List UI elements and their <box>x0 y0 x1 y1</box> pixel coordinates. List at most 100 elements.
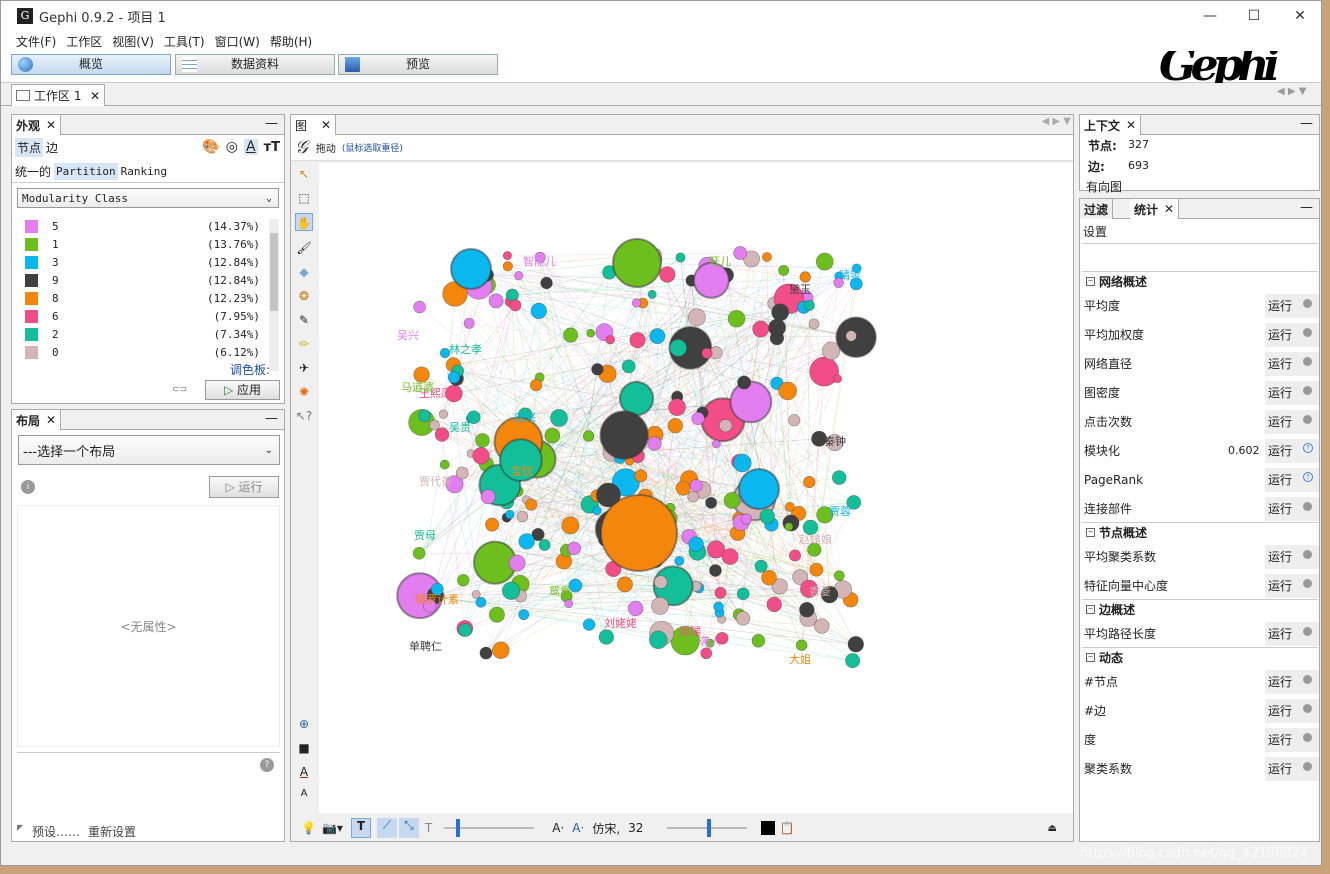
legend-row[interactable]: 0 (6.12%) <box>20 343 260 361</box>
rect-select-icon[interactable]: ⬚ <box>295 189 313 207</box>
legend-row[interactable]: 3 (12.84%) <box>20 253 260 271</box>
scale-slider-thumb[interactable] <box>707 819 712 837</box>
close-icon[interactable]: ✕ <box>1164 202 1174 216</box>
text-size-icon[interactable]: T <box>425 821 432 835</box>
legend-row[interactable]: 6 (7.95%) <box>20 307 260 325</box>
color-swatch[interactable] <box>25 237 38 251</box>
layout-select[interactable]: ---选择一个布局 ⌄ <box>18 435 280 465</box>
font-size-down-icon[interactable]: A· <box>552 821 564 835</box>
data-lab-mode-button[interactable]: 数据资料 <box>175 54 335 75</box>
chain-icon[interactable]: ⊂⊃ <box>172 385 187 395</box>
collapse-icon[interactable]: − <box>1086 528 1095 537</box>
close-button[interactable]: ✕ <box>1277 1 1321 31</box>
help-icon[interactable]: ? <box>1303 472 1313 482</box>
report-icon[interactable] <box>1303 502 1312 511</box>
preview-mode-button[interactable]: 预览 <box>338 54 498 75</box>
menu-tools[interactable]: 工具(T) <box>159 31 210 51</box>
palette-icon[interactable]: 🎨 <box>202 139 219 155</box>
minimize-panel-icon[interactable]: — <box>265 116 278 131</box>
legend-row[interactable]: 2 (7.34%) <box>20 325 260 343</box>
select-pointer-icon[interactable]: ↖ <box>295 165 313 183</box>
report-icon[interactable] <box>1303 328 1312 337</box>
legend-scrollbar[interactable] <box>269 219 279 371</box>
menu-file[interactable]: 文件(F) <box>11 31 61 51</box>
shortest-path-icon[interactable]: ✈ <box>295 359 313 377</box>
report-icon[interactable] <box>1303 299 1312 308</box>
pencil-icon[interactable]: ✎ <box>295 311 313 329</box>
close-icon[interactable]: ✕ <box>46 118 56 132</box>
minimize-panel-icon[interactable]: — <box>1300 200 1313 215</box>
size-slider-thumb[interactable] <box>456 819 461 837</box>
layout-tab[interactable]: 布局 ✕ <box>12 410 62 430</box>
graph-tab[interactable]: 图 ✕ <box>291 115 337 135</box>
help-icon[interactable]: ? <box>1303 443 1313 453</box>
report-icon[interactable] <box>1303 550 1312 559</box>
collapse-icon[interactable]: − <box>1086 277 1095 286</box>
node-tab[interactable]: 节点 <box>15 137 44 157</box>
unique-subtab[interactable]: 统一的 <box>15 163 51 180</box>
color-swatch[interactable] <box>25 309 38 323</box>
stat-section-header[interactable]: − 边概述 <box>1082 599 1318 619</box>
font-icon[interactable]: A <box>295 785 313 803</box>
label-color-icon[interactable]: A <box>244 139 258 155</box>
maximize-button[interactable]: ☐ <box>1231 1 1277 31</box>
font-size[interactable]: 32 <box>628 821 643 835</box>
font-name[interactable]: 仿宋, <box>592 820 620 837</box>
stat-section-header[interactable]: − 动态 <box>1082 647 1318 667</box>
close-icon[interactable]: ✕ <box>321 118 331 132</box>
edge-pencil-icon[interactable]: ✏ <box>295 335 313 353</box>
heat-map-icon[interactable]: ✺ <box>295 383 313 401</box>
reset-link[interactable]: 重新设置 <box>88 823 136 840</box>
info-icon[interactable]: i <box>21 480 35 494</box>
graph-tab-nav-icons[interactable]: ◀ ▶ ▼ <box>1042 116 1071 127</box>
clipboard-icon[interactable]: 📋 <box>779 821 794 835</box>
report-icon[interactable] <box>1303 627 1312 636</box>
legend-row[interactable]: 1 (13.76%) <box>20 235 260 253</box>
report-icon[interactable] <box>1303 762 1312 771</box>
context-tab[interactable]: 上下文 ✕ <box>1080 115 1142 135</box>
report-icon[interactable] <box>1303 704 1312 713</box>
label-size-icon[interactable]: тT <box>264 140 280 155</box>
brush-icon[interactable]: 🖌 <box>295 239 313 257</box>
apply-button[interactable]: ▷ 应用 <box>205 380 280 400</box>
show-labels-toggle[interactable]: T <box>350 818 371 838</box>
label-color-swatch[interactable] <box>761 821 776 835</box>
edge-color-toggle[interactable]: ⤡ <box>398 818 419 838</box>
menu-view[interactable]: 视图(V) <box>107 31 159 51</box>
stat-section-header[interactable]: − 网络概述 <box>1082 271 1318 291</box>
paint-palette-icon[interactable]: ❂ <box>295 287 313 305</box>
help-icon[interactable]: ? <box>260 758 274 772</box>
legend-row[interactable]: 5 (14.37%) <box>20 217 260 235</box>
expand-icon[interactable]: ⏏ <box>1048 823 1057 834</box>
light-bulb-icon[interactable]: 💡 <box>301 821 316 835</box>
edges-toggle[interactable]: ⟋ <box>376 818 397 838</box>
report-icon[interactable] <box>1303 579 1312 588</box>
collapse-icon[interactable]: − <box>1086 605 1095 614</box>
legend-row[interactable]: 9 (12.84%) <box>20 271 260 289</box>
color-swatch[interactable] <box>25 327 38 341</box>
report-icon[interactable] <box>1303 386 1312 395</box>
workspace-tab[interactable]: 工作区 1 ✕ <box>11 84 105 106</box>
drag-hand-icon[interactable]: ✋ <box>295 213 313 231</box>
close-icon[interactable]: ✕ <box>90 89 100 103</box>
size-icon[interactable]: ◎ <box>226 139 238 155</box>
size-slider[interactable] <box>444 819 535 837</box>
close-icon[interactable]: ✕ <box>46 413 56 427</box>
font-size-up-icon[interactable]: A· <box>572 821 584 835</box>
font-color-icon[interactable]: A <box>295 763 313 781</box>
legend-row[interactable]: 8 (12.23%) <box>20 289 260 307</box>
filter-tab[interactable]: 过滤 <box>1080 199 1114 219</box>
stat-section-header[interactable]: − 节点概述 <box>1082 522 1318 542</box>
collapse-icon[interactable]: − <box>1086 653 1095 662</box>
close-icon[interactable]: ✕ <box>1126 118 1136 132</box>
graph-canvas[interactable]: 智能儿 旺儿 晴雯 黛玉 宝钗 王熙凤 贾母 贾代善 吴兴 马道婆 应兴 单聘仁 晴罗计素 刘姥姥 吴贵 香菱… <box>319 163 1073 813</box>
layout-run-button[interactable]: ▷ 运行 <box>209 476 279 498</box>
minimize-panel-icon[interactable]: — <box>1300 116 1313 131</box>
attribute-select[interactable]: Modularity Class ⌄ <box>17 188 279 208</box>
menu-window[interactable]: 窗口(W) <box>210 31 265 51</box>
palette-link[interactable]: 调色板: <box>230 361 270 378</box>
statistics-tab[interactable]: 统计 ✕ <box>1130 199 1180 219</box>
color-swatch[interactable] <box>25 345 38 359</box>
overview-mode-button[interactable]: 概览 <box>11 54 171 75</box>
color-swatch[interactable] <box>25 219 38 233</box>
